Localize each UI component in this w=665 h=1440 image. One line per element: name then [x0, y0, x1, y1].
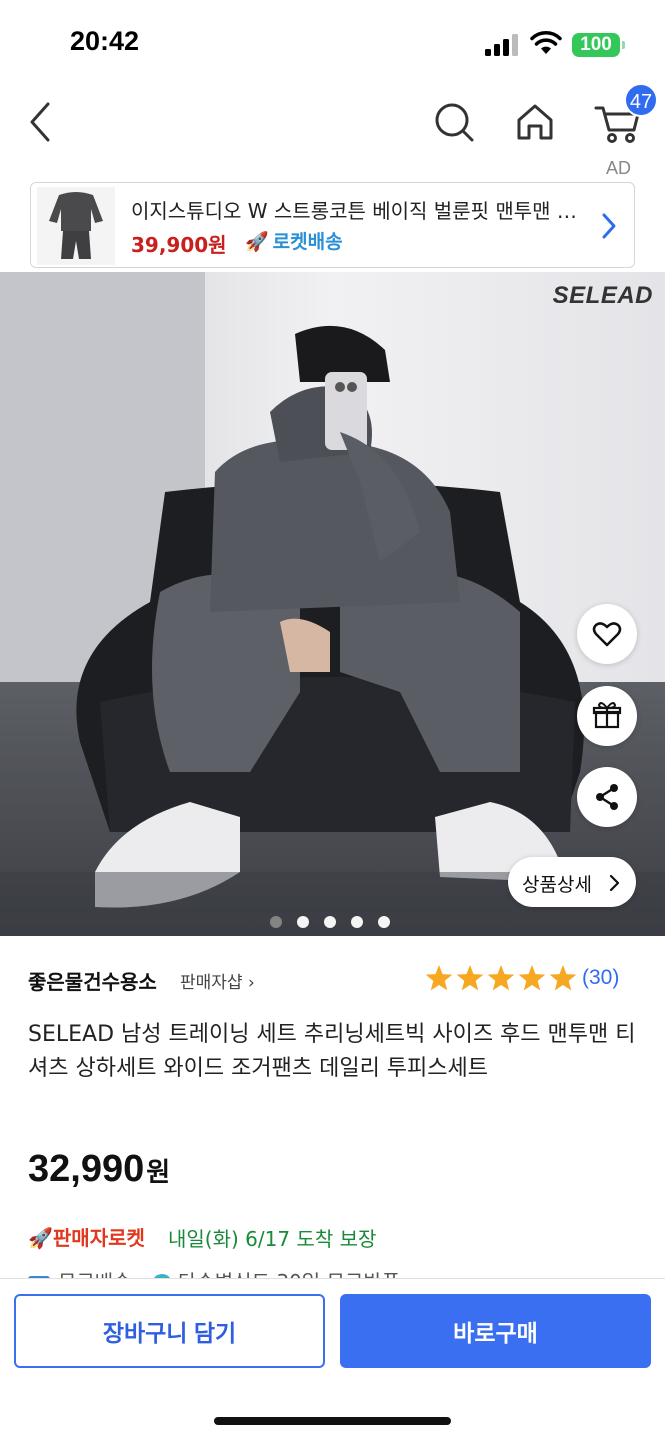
carousel-dots — [270, 916, 400, 930]
cellular-signal-icon — [485, 34, 518, 56]
search-icon[interactable] — [426, 94, 482, 150]
ad-product-thumbnail — [37, 187, 115, 265]
carousel-dot[interactable] — [270, 916, 282, 928]
delivery-row: 🚀판매자로켓 내일(화) 6/17 도착 보장 — [28, 1222, 638, 1254]
rocket-icon: 🚀 — [245, 231, 269, 253]
heart-icon — [592, 622, 622, 647]
top-nav-bar — [0, 86, 665, 158]
ad-banner[interactable]: 이지스튜디오 W 스트롱코튼 베이직 벌룬핏 맨투맨 트레이닝 세트 39,90… — [30, 182, 635, 268]
ad-title: 이지스튜디오 W 스트롱코튼 베이직 벌룬핏 맨투맨 트레이닝 세트 — [131, 199, 589, 223]
gift-icon — [592, 702, 622, 729]
product-detail-label: 상품상세 — [522, 874, 592, 896]
home-indicator — [214, 1417, 451, 1425]
carousel-dot[interactable] — [351, 916, 363, 928]
product-price: 32,990원 — [28, 1148, 170, 1191]
carousel-dot[interactable] — [297, 916, 309, 928]
ad-label: AD — [606, 158, 632, 178]
seller-shop-link[interactable]: 판매자샵 › — [180, 968, 255, 993]
share-icon — [596, 784, 618, 810]
rating-stars — [425, 965, 577, 991]
status-time: 20:42 — [70, 26, 140, 56]
carousel-dot[interactable] — [378, 916, 390, 928]
chevron-right-icon — [602, 213, 616, 239]
wifi-icon — [530, 31, 562, 54]
price-value: 32,990 — [28, 1148, 145, 1190]
product-image-carousel[interactable]: SELEAD 상품상세 — [0, 272, 665, 936]
brand-watermark: SELEAD — [552, 282, 653, 309]
status-bar: 20:42 100 — [0, 0, 665, 86]
product-detail-button[interactable]: 상품상세 — [508, 857, 636, 907]
buy-now-button[interactable]: 바로구매 — [340, 1294, 651, 1368]
cart-count-badge: 47 — [624, 83, 658, 117]
carousel-dot[interactable] — [324, 916, 336, 928]
seller-name: 좋은물건수용소 — [28, 970, 157, 994]
home-icon[interactable] — [507, 94, 563, 150]
share-button[interactable] — [577, 767, 637, 827]
seller-rocket-label: 판매자로켓 — [52, 1226, 145, 1250]
rocket-icon: 🚀 — [28, 1226, 53, 1250]
chevron-right-icon — [609, 874, 620, 892]
star-icon — [425, 965, 453, 991]
review-count-link[interactable]: (30) — [582, 966, 619, 990]
product-photo — [0, 272, 665, 936]
star-icon — [456, 965, 484, 991]
add-to-cart-button[interactable]: 장바구니 담기 — [14, 1294, 325, 1368]
star-icon — [487, 965, 515, 991]
delivery-guarantee: 내일(화) 6/17 도착 보장 — [168, 1227, 377, 1251]
wishlist-button[interactable] — [577, 604, 637, 664]
seller-row: 좋은물건수용소 판매자샵 › (30) — [28, 965, 638, 996]
bottom-action-bar: 장바구니 담기 바로구매 — [0, 1278, 665, 1440]
ad-price: 39,900원 — [131, 233, 227, 257]
product-title: SELEAD 남성 트레이닝 세트 추리닝세트빅 사이즈 후드 맨투맨 티셔츠 … — [28, 1022, 636, 1081]
ad-rocket-label: 로켓배송 — [272, 231, 343, 253]
seller-shop-label: 판매자샵 — [180, 973, 243, 993]
star-icon — [549, 965, 577, 991]
chevron-left-icon[interactable] — [12, 94, 68, 150]
battery-indicator: 100 — [572, 33, 625, 57]
ad-rocket-delivery: 🚀 로켓배송 — [245, 227, 343, 254]
seller-rocket-badge: 🚀판매자로켓 — [28, 1222, 145, 1251]
gift-button[interactable] — [577, 686, 637, 746]
price-unit: 원 — [146, 1158, 171, 1188]
star-icon — [518, 965, 546, 991]
